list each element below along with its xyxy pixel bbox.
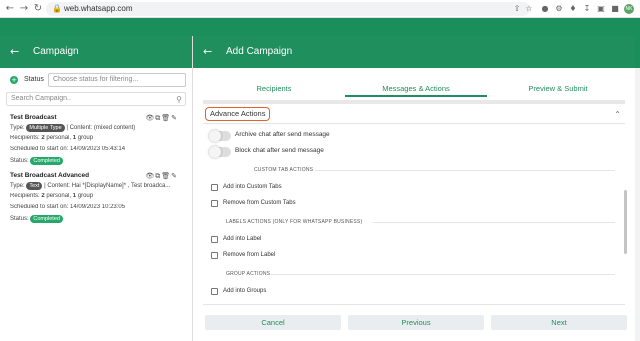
divider xyxy=(203,304,625,305)
add-groups-label: Add into Groups xyxy=(223,288,267,294)
type-tag: Text xyxy=(26,182,43,190)
tab-preview-submit[interactable]: Preview & Submit xyxy=(487,84,629,93)
labels-actions-heading: LABELS ACTIONS (ONLY FOR WHATSAPP BUSINE… xyxy=(223,219,366,225)
add-label-checkbox[interactable] xyxy=(211,236,218,243)
lock-icon: 🔒 xyxy=(52,4,62,13)
campaign-status-line: Status: Completed xyxy=(10,215,186,226)
reload-icon[interactable]: ↻ xyxy=(32,3,44,15)
custom-tab-actions-heading: CUSTOM TAB ACTIONS xyxy=(251,167,317,173)
campaign-recipients-line: Recipients: 2 personal, 1 group xyxy=(10,193,94,199)
divider xyxy=(373,222,615,223)
back-arrow-icon[interactable]: ← xyxy=(10,45,19,58)
divider xyxy=(271,274,615,275)
share-icon[interactable]: ⇧ xyxy=(512,4,522,14)
back-arrow-icon[interactable]: ← xyxy=(203,45,212,58)
status-badge: Completed xyxy=(30,215,63,223)
puzzle-icon[interactable]: ♦ xyxy=(568,4,578,14)
ext-icon[interactable]: ■ xyxy=(610,4,620,14)
chevron-up-icon[interactable]: ⌃ xyxy=(614,110,621,119)
remove-label-checkbox[interactable] xyxy=(211,252,218,259)
campaign-title: Campaign xyxy=(33,46,79,57)
scrollbar[interactable] xyxy=(624,190,627,254)
section-bar xyxy=(203,100,625,104)
active-tab-indicator xyxy=(345,95,487,97)
divider xyxy=(203,123,625,124)
cancel-button[interactable]: Cancel xyxy=(205,315,341,330)
remove-custom-tabs-checkbox[interactable] xyxy=(211,200,218,207)
block-chat-toggle[interactable] xyxy=(209,146,231,158)
add-campaign-header: ← Add Campaign xyxy=(193,36,635,68)
remove-label-label: Remove from Label xyxy=(223,252,276,258)
extension-pink-icon[interactable]: ● xyxy=(540,4,550,14)
campaign-actions: 👁⧉🗑✎ xyxy=(145,172,178,181)
tab-recipients[interactable]: Recipients xyxy=(203,84,345,93)
add-campaign-panel: ← Add Campaign Recipients Messages & Act… xyxy=(193,36,635,341)
add-custom-tabs-label: Add into Custom Tabs xyxy=(223,184,282,190)
campaign-scheduled-line: Scheduled to start on: 14/09/2023 10:23:… xyxy=(10,204,126,210)
status-filter-select[interactable]: Choose status for filtering... xyxy=(48,73,186,87)
remove-custom-tabs-label: Remove from Custom Tabs xyxy=(223,200,296,206)
add-label-label: Add into Label xyxy=(223,236,262,242)
campaign-header: ← Campaign xyxy=(0,36,192,68)
campaign-type-line: Type: Multiple Type | Content: (mixed co… xyxy=(10,124,136,132)
campaign-scheduled-line: Scheduled to start on: 14/09/2023 05:43:… xyxy=(10,146,126,152)
type-tag: Multiple Type xyxy=(26,124,65,132)
add-groups-checkbox[interactable] xyxy=(211,288,218,295)
add-custom-tabs-checkbox[interactable] xyxy=(211,184,218,191)
campaign-card[interactable]: Test Broadcast Advanced 👁⧉🗑✎ Type: Text … xyxy=(10,172,186,226)
view-icon[interactable]: 👁 xyxy=(145,172,155,180)
forward-icon[interactable]: → xyxy=(18,3,30,15)
address-bar[interactable]: 🔒 web.whatsapp.com xyxy=(46,2,530,16)
block-chat-label: Block chat after send message xyxy=(235,147,324,154)
campaign-list-panel: ← Campaign + Status Choose status for fi… xyxy=(0,36,192,341)
campaign-status-line: Status: Completed xyxy=(10,157,186,168)
url-text: web.whatsapp.com xyxy=(64,4,133,13)
campaign-recipients-line: Recipients: 2 personal, 1 group xyxy=(10,135,94,141)
campaign-type-line: Type: Text | Content: Hai *[DisplayName]… xyxy=(10,182,171,190)
status-badge: Completed xyxy=(30,157,63,165)
divider xyxy=(315,170,615,171)
edit-icon[interactable]: ✎ xyxy=(171,114,178,122)
edit-icon[interactable]: ✎ xyxy=(171,172,178,180)
search-campaign-input[interactable]: Search Campaign.. ⚲ xyxy=(6,92,186,106)
gear-extension-icon[interactable]: ⚙ xyxy=(554,4,564,14)
archive-chat-toggle[interactable] xyxy=(209,130,231,142)
search-icon[interactable]: ⚲ xyxy=(176,94,182,106)
browser-toolbar: ← → ↻ 🔒 web.whatsapp.com ⇧ ☆ ● ⚙ ♦ ↧ ▣ ■… xyxy=(0,0,640,18)
search-placeholder: Search Campaign.. xyxy=(11,95,71,102)
split-view-icon[interactable]: ▣ xyxy=(596,4,606,14)
status-label: Status xyxy=(24,76,44,83)
group-actions-heading: GROUP ACTIONS xyxy=(223,271,274,277)
back-icon[interactable]: ← xyxy=(4,3,16,15)
campaign-actions: 👁⧉🗑✎ xyxy=(145,114,178,123)
add-icon[interactable]: + xyxy=(10,76,18,84)
view-icon[interactable]: 👁 xyxy=(145,114,155,122)
campaign-card[interactable]: Test Broadcast 👁⧉🗑✎ Type: Multiple Type … xyxy=(10,114,186,168)
advance-actions-header[interactable]: Advance Actions xyxy=(205,107,271,121)
star-icon[interactable]: ☆ xyxy=(524,4,534,14)
add-campaign-title: Add Campaign xyxy=(226,46,293,57)
delete-icon[interactable]: 🗑 xyxy=(161,172,171,180)
download-icon[interactable]: ↧ xyxy=(582,4,592,14)
next-button[interactable]: Next xyxy=(491,315,627,330)
previous-button[interactable]: Previous xyxy=(348,315,484,330)
form-footer: Cancel Previous Next xyxy=(193,312,635,341)
delete-icon[interactable]: 🗑 xyxy=(161,114,171,122)
tab-messages-actions[interactable]: Messages & Actions xyxy=(345,84,487,93)
profile-avatar[interactable]: NK xyxy=(624,4,634,14)
archive-chat-label: Archive chat after send message xyxy=(235,131,330,138)
